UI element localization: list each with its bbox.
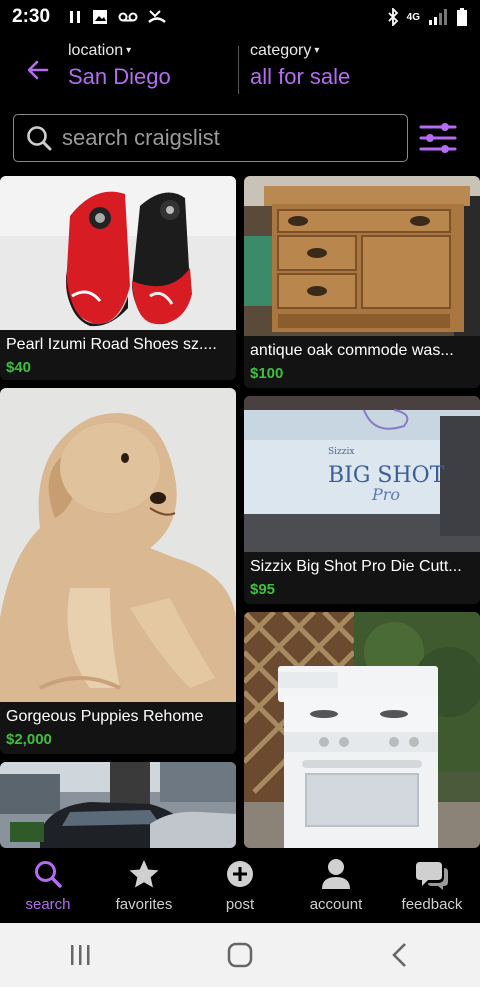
listing-title: Gorgeous Puppies Rehome [6,708,204,725]
listing-caption: Sizzix Big Shot Pro Die Cutt... $95 [244,552,480,604]
bluetooth-icon [388,8,398,26]
listing-photo [0,176,236,330]
search-input[interactable]: search craigslist [13,114,408,162]
nav-label: favorites [115,896,173,913]
listing-card[interactable] [0,762,236,848]
status-time: 2:30 [12,6,51,27]
recent-apps-button[interactable] [50,935,110,975]
listing-card[interactable]: Pearl Izumi Road Shoes sz.... $40 [0,176,236,380]
category-value: all for sale [250,64,351,89]
network-type: 4G [406,11,420,23]
listing-title: Pearl Izumi Road Shoes sz.... [6,336,217,353]
listing-price: $95 [250,581,276,598]
model-text: Pro [371,485,400,504]
nav-label: feedback [401,896,463,913]
location-selector[interactable]: location ▾ San Diego [68,42,171,90]
chevron-down-icon: ▾ [126,45,132,56]
nav-favorites[interactable]: favorites [96,848,192,923]
nav-search[interactable]: search [0,848,96,923]
sliders-icon [419,123,457,153]
chevron-left-icon [392,943,406,967]
category-label: category [250,42,312,59]
listing-price: $2,000 [6,731,52,748]
listing-caption: Pearl Izumi Road Shoes sz.... $40 [0,330,236,380]
system-navigation-bar [0,923,480,987]
listing-title: antique oak commode was... [250,342,454,359]
status-system-icons: 4G [387,8,468,26]
search-placeholder: search craigslist [62,125,220,150]
listing-photo: Sizzix BIG SHOT Pro [244,396,480,552]
nav-post[interactable]: post [192,848,288,923]
listing-photo [0,388,236,702]
listing-card[interactable]: antique oak commode was... $100 [244,176,480,388]
signal-icon [429,9,447,25]
home-button[interactable] [210,935,270,975]
back-button[interactable] [22,54,54,86]
listing-price: $100 [250,365,284,382]
home-icon [227,942,253,968]
plus-circle-icon [224,858,256,890]
voicemail-icon [118,12,138,22]
bottom-navigation: search favorites post account feedback [0,848,480,923]
chat-bubbles-icon [416,858,448,890]
category-selector[interactable]: category ▾ all for sale [250,42,350,90]
listing-photo [244,176,480,336]
header-divider [238,46,239,94]
brand-text: Sizzix [328,447,354,457]
chevron-down-icon: ▾ [314,45,320,56]
nav-feedback[interactable]: feedback [384,848,480,923]
arrow-left-icon [27,60,49,80]
listing-card[interactable]: Gorgeous Puppies Rehome $2,000 [0,388,236,754]
nav-account[interactable]: account [288,848,384,923]
person-icon [320,858,352,890]
app-header: location ▾ San Diego category ▾ all for sa… [0,34,480,106]
listing-caption: Gorgeous Puppies Rehome $2,000 [0,702,236,754]
star-icon [128,858,160,890]
nav-label: account [309,896,363,913]
listing-title: Sizzix Big Shot Pro Die Cutt... [250,558,462,575]
filter-button[interactable] [418,120,458,156]
search-icon [32,858,64,890]
nav-label: post [225,896,255,913]
pause-icon [70,11,81,23]
listing-photo [244,612,480,848]
location-value: San Diego [68,64,171,89]
system-back-button[interactable] [370,935,430,975]
listing-photo [0,762,236,848]
search-icon [27,126,52,151]
listing-caption: antique oak commode was... $100 [244,336,480,388]
listing-card[interactable] [244,612,480,848]
nav-label: search [25,896,71,913]
listing-price: $40 [6,359,32,376]
missed-call-icon [148,10,166,23]
listings-grid: Pearl Izumi Road Shoes sz.... $40 antiqu… [0,176,480,848]
recent-apps-icon [71,945,90,965]
location-label: location [68,42,124,59]
listing-card[interactable]: Sizzix BIG SHOT Pro Sizzix Big Shot Pro … [244,396,480,604]
gallery-icon [93,10,108,24]
status-bar: 2:30 4G [0,0,480,34]
battery-icon [457,8,467,26]
status-notification-icons [68,9,166,25]
search-row: search craigslist [0,106,480,174]
